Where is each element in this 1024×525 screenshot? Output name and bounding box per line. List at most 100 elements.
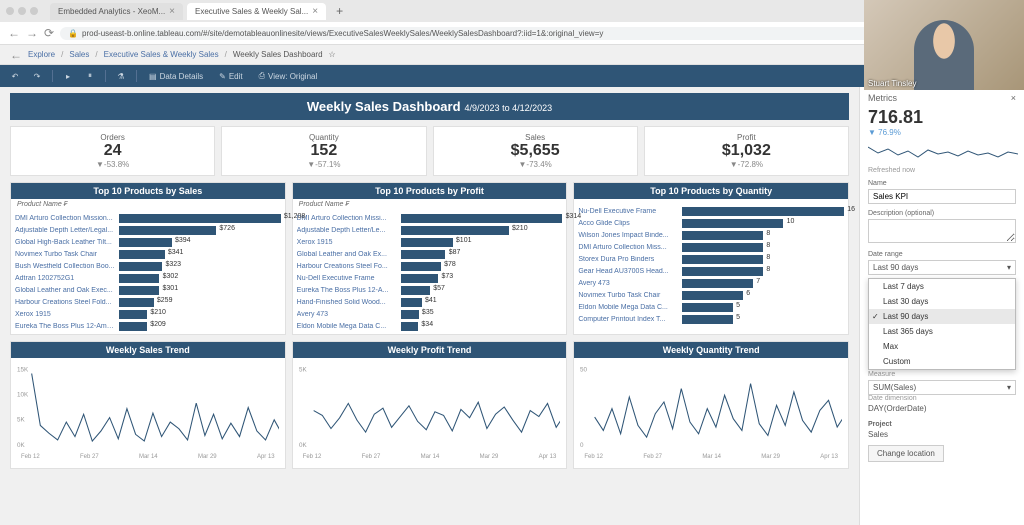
date-option-0[interactable]: Last 7 days (869, 279, 1015, 294)
bar-row[interactable]: Computer Printout Index T...5 (578, 313, 844, 325)
date-range-select[interactable]: Last 90 days▾ (868, 260, 1016, 275)
bar-row[interactable]: Global Leather and Oak Ex...$87 (297, 248, 563, 260)
bar-row[interactable]: Harbour Creations Steel Fo...$78 (297, 260, 563, 272)
dashboard-title: Weekly Sales Dashboard4/9/2023 to 4/12/2… (10, 93, 849, 120)
bar-row[interactable]: Novimex Turbo Task Chair6 (578, 289, 844, 301)
bar-row[interactable]: Gear Head AU3700S Head...8 (578, 265, 844, 277)
bar-row[interactable]: DMI Arturo Collection Miss...8 (578, 241, 844, 253)
view-original-button[interactable]: ⎙ View: Original (255, 69, 322, 83)
bar-row[interactable]: DMI Arturo Collection Missi...$314 (297, 212, 563, 224)
webcam-overlay: Stuart Tinsley (864, 0, 1024, 90)
measure-label: Measure (868, 371, 1016, 378)
bar-row[interactable]: Global Leather and Oak Exec...$301 (15, 284, 281, 296)
bar-row[interactable]: DMI Arturo Collection Mission...$1,208 (15, 212, 281, 224)
svg-text:15K: 15K (17, 366, 29, 373)
project-label: Project (868, 421, 1016, 428)
bar-row[interactable]: Nu-Dell Executive Frame$73 (297, 272, 563, 284)
kpi-1[interactable]: Quantity152▼-57.1% (221, 126, 426, 176)
bar-row[interactable]: Adjustable Depth Letter/Le...$210 (297, 224, 563, 236)
bc-sales[interactable]: Sales (69, 50, 89, 59)
bar-row[interactable]: Adjustable Depth Letter/Legal...$726 (15, 224, 281, 236)
chevron-down-icon: ▾ (1007, 263, 1011, 272)
metric-delta: ▼ 76.9% (868, 128, 1016, 137)
back-icon[interactable]: ← (10, 48, 22, 62)
svg-text:50: 50 (580, 366, 587, 373)
date-dim-value: DAY(OrderDate) (868, 402, 1016, 415)
bar-row[interactable]: Bush Westfield Collection Boo...$323 (15, 260, 281, 272)
bar-row[interactable]: Storex Dura Pro Binders8 (578, 253, 844, 265)
svg-text:10K: 10K (17, 392, 29, 399)
name-input[interactable] (868, 189, 1016, 204)
bar-row[interactable]: Avery 473$35 (297, 308, 563, 320)
bar-row[interactable]: Harbour Creations Steel Fold...$259 (15, 296, 281, 308)
bar-row[interactable]: Eldon Mobile Mega Data C...$34 (297, 320, 563, 332)
metrics-header: Metrics (868, 93, 897, 103)
close-icon[interactable]: × (312, 6, 318, 17)
bar-row[interactable]: Wilson Jones Impact Binde...8 (578, 229, 844, 241)
date-range-menu: Last 7 daysLast 30 daysLast 90 daysLast … (868, 278, 1016, 370)
svg-text:0K: 0K (17, 442, 25, 449)
measure-select[interactable]: SUM(Sales)▾ (868, 380, 1016, 395)
desc-input[interactable] (868, 219, 1016, 243)
edit-button[interactable]: ✎ Edit (215, 70, 247, 83)
bar-row[interactable]: Eureka The Boss Plus 12-A...$57 (297, 284, 563, 296)
replay-icon[interactable]: ▸ (61, 69, 75, 83)
bar-row[interactable]: Eureka The Boss Plus 12-Amp...$209 (15, 320, 281, 332)
date-range-label: Date range (868, 251, 1016, 258)
browser-tab-1[interactable]: Executive Sales & Weekly Sal...× (187, 3, 326, 20)
desc-label: Description (optional) (868, 210, 1016, 217)
bc-explore[interactable]: Explore (28, 50, 55, 59)
date-option-2[interactable]: Last 90 days (869, 309, 1015, 324)
change-location-button[interactable]: Change location (868, 445, 944, 462)
bar-row[interactable]: Acco Glide Clips10 (578, 217, 844, 229)
close-icon[interactable]: × (1011, 93, 1016, 103)
bar-row[interactable]: Avery 4737 (578, 277, 844, 289)
favorite-icon[interactable]: ☆ (329, 50, 336, 59)
kpi-2[interactable]: Sales$5,655▼-73.4% (433, 126, 638, 176)
date-option-4[interactable]: Max (869, 339, 1015, 354)
webcam-name: Stuart Tinsley (868, 79, 916, 88)
new-tab-button[interactable]: + (330, 4, 349, 18)
redo-icon[interactable]: ↷ (30, 69, 44, 83)
bar-row[interactable]: Xerox 1915$210 (15, 308, 281, 320)
trend-chart[interactable]: 5K0K (299, 362, 561, 452)
forward-button[interactable]: → (26, 26, 38, 40)
trend-panel-2: Weekly Quantity Trend500Feb 12Feb 27Mar … (573, 341, 849, 469)
trend-chart[interactable]: 50 0 (580, 362, 842, 452)
date-option-1[interactable]: Last 30 days (869, 294, 1015, 309)
bar-row[interactable]: Global High-Back Leather Tilt...$394 (15, 236, 281, 248)
kpi-3[interactable]: Profit$1,032▼-72.8% (644, 126, 849, 176)
date-dim-label: Date dimension (868, 395, 1016, 402)
reload-button[interactable]: ⟳ (44, 26, 54, 40)
date-option-5[interactable]: Custom (869, 354, 1015, 369)
project-value: Sales (868, 428, 1016, 441)
svg-text:5K: 5K (17, 417, 25, 424)
dashboard-area: Weekly Sales Dashboard4/9/2023 to 4/12/2… (0, 87, 859, 525)
bar-row[interactable]: Xerox 1915$101 (297, 236, 563, 248)
bar-panel-0: Top 10 Products by SalesProduct Name ₣DM… (10, 182, 286, 335)
date-option-3[interactable]: Last 365 days (869, 324, 1015, 339)
traffic-lights[interactable] (6, 7, 38, 15)
bar-row[interactable]: Nu-Dell Executive Frame16 (578, 205, 844, 217)
bar-panel-2: Top 10 Products by QuantityNu-Dell Execu… (573, 182, 849, 335)
metric-value: 716.81 (868, 107, 1016, 128)
data-details-button[interactable]: ▤ Data Details (145, 70, 207, 83)
bar-row[interactable]: Adtran 1202752G1$302 (15, 272, 281, 284)
svg-text:0: 0 (580, 442, 584, 449)
bc-workbook[interactable]: Executive Sales & Weekly Sales (104, 50, 219, 59)
filter-icon[interactable]: ⚗ (114, 69, 128, 83)
pause-icon[interactable]: ⏸ (83, 69, 97, 83)
sparkline (868, 139, 1018, 163)
bar-row[interactable]: Hand-Finished Solid Wood...$41 (297, 296, 563, 308)
bar-row[interactable]: Novimex Turbo Task Chair$341 (15, 248, 281, 260)
undo-icon[interactable]: ↶ (8, 69, 22, 83)
kpi-0[interactable]: Orders24▼-53.8% (10, 126, 215, 176)
metrics-pane: Metrics× 716.81 ▼ 76.9% Refreshed now Na… (859, 87, 1024, 525)
bar-row[interactable]: Eldon Mobile Mega Data C...5 (578, 301, 844, 313)
trend-chart[interactable]: 15K 10K 5K 0K (17, 362, 279, 452)
back-button[interactable]: ← (8, 26, 20, 40)
refresh-status: Refreshed now (868, 167, 1016, 174)
trend-panel-0: Weekly Sales Trend15K10K5K0KFeb 12Feb 27… (10, 341, 286, 469)
close-icon[interactable]: × (169, 6, 175, 17)
browser-tab-0[interactable]: Embedded Analytics - XeoM...× (50, 3, 183, 20)
